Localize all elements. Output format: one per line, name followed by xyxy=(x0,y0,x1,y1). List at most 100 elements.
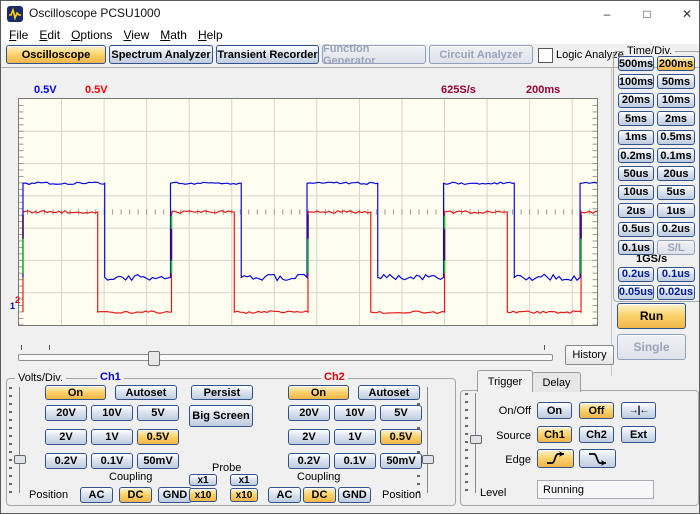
ch2-coupling-ac[interactable]: AC xyxy=(268,487,301,503)
timediv-1gs-0-2us[interactable]: 0.2us xyxy=(618,267,654,282)
ch2-volts-0-2v[interactable]: 0.2V xyxy=(288,453,330,469)
timediv-1us[interactable]: 1us xyxy=(657,203,695,218)
single-button[interactable]: Single xyxy=(617,334,686,360)
tab-delay[interactable]: Delay xyxy=(532,372,581,392)
timediv-50us[interactable]: 50us xyxy=(618,166,654,181)
timediv-0-2ms[interactable]: 0.2ms xyxy=(618,148,654,163)
menu-file[interactable]: File xyxy=(9,28,28,42)
ch1-volts-0-1v[interactable]: 0.1V xyxy=(91,453,133,469)
logic-analyzer-checkbox[interactable] xyxy=(538,48,553,63)
ch2-autoset-button[interactable]: Autoset xyxy=(358,385,420,400)
tab-trigger[interactable]: Trigger xyxy=(477,370,533,392)
ch2-volts-10v[interactable]: 10V xyxy=(334,405,376,421)
ch2-volts-5v[interactable]: 5V xyxy=(380,405,422,421)
timediv-50ms[interactable]: 50ms xyxy=(657,74,695,89)
trigger-source-ch2[interactable]: Ch2 xyxy=(579,426,614,443)
ch1-position-thumb[interactable] xyxy=(14,455,26,464)
ch1-ground-marker[interactable]: 1 xyxy=(10,301,15,311)
persist-button[interactable]: Persist xyxy=(191,385,253,400)
ch1-coupling-dc[interactable]: DC xyxy=(119,487,152,503)
ch2-volts-20v[interactable]: 20V xyxy=(288,405,330,421)
timediv-2ms[interactable]: 2ms xyxy=(657,111,695,126)
ch1-volts-2v[interactable]: 2V xyxy=(45,429,87,445)
ch2-ground-marker[interactable]: 2 xyxy=(15,295,20,305)
probe-ch1-x10[interactable]: x10 xyxy=(189,488,217,502)
trigger-edge-rising-button[interactable] xyxy=(537,449,574,468)
timediv-100ms[interactable]: 100ms xyxy=(618,74,654,89)
timediv-20ms[interactable]: 20ms xyxy=(618,93,654,108)
timediv-2us[interactable]: 2us xyxy=(618,203,654,218)
tab-circuit-analyzer[interactable]: Circuit Analyzer xyxy=(429,45,533,64)
ch1-volts-5v[interactable]: 5V xyxy=(137,405,179,421)
menu-help[interactable]: Help xyxy=(198,28,223,42)
ch2-coupling-dc[interactable]: DC xyxy=(303,487,336,503)
timediv-5us[interactable]: 5us xyxy=(657,185,695,200)
trigger-onoff-off[interactable]: Off xyxy=(579,402,614,419)
timediv-0-5ms[interactable]: 0.5ms xyxy=(657,130,695,145)
timediv-0-2us[interactable]: 0.2us xyxy=(657,222,695,237)
trigger-source-ext[interactable]: Ext xyxy=(621,426,656,443)
menu-edit[interactable]: Edit xyxy=(39,28,60,42)
tab-function-generator[interactable]: Function Generator xyxy=(322,45,426,64)
timediv-1gs-0-05us[interactable]: 0.05us xyxy=(618,285,654,300)
minimize-button[interactable]: – xyxy=(593,4,621,23)
timediv-500ms[interactable]: 500ms xyxy=(618,56,654,71)
ch1-autoset-button[interactable]: Autoset xyxy=(115,385,177,400)
menu-view[interactable]: View xyxy=(123,28,149,42)
timediv-20us[interactable]: 20us xyxy=(657,166,695,181)
timediv-0-5us[interactable]: 0.5us xyxy=(618,222,654,237)
trigger-onoff-on[interactable]: On xyxy=(537,402,572,419)
maximize-button[interactable]: □ xyxy=(633,4,661,23)
trigger-edge-falling-button[interactable] xyxy=(579,449,616,468)
history-button[interactable]: History xyxy=(565,345,614,365)
ch2-volts-2v[interactable]: 2V xyxy=(288,429,330,445)
timediv-10ms[interactable]: 10ms xyxy=(657,93,695,108)
ch1-volts-1v[interactable]: 1V xyxy=(91,429,133,445)
probe-ch1-x1[interactable]: x1 xyxy=(189,474,217,486)
menu-options[interactable]: Options xyxy=(71,28,112,42)
ch1-volts-10v[interactable]: 10V xyxy=(91,405,133,421)
trigger-level-thumb[interactable] xyxy=(470,435,482,444)
ch2-position-thumb[interactable] xyxy=(422,455,434,464)
ch1-volts-0-5v[interactable]: 0.5V xyxy=(137,429,179,445)
ch2-volts-50mv[interactable]: 50mV xyxy=(380,453,422,469)
run-button[interactable]: Run xyxy=(617,303,686,329)
ch1-coupling-ac[interactable]: AC xyxy=(80,487,113,503)
timediv-s-l[interactable]: S/L xyxy=(657,240,695,255)
probe-ch2-x10[interactable]: x10 xyxy=(230,488,258,502)
ch1-position-slider[interactable] xyxy=(9,387,25,493)
timediv-10us[interactable]: 10us xyxy=(618,185,654,200)
timediv-0-1ms[interactable]: 0.1ms xyxy=(657,148,695,163)
timediv-200ms[interactable]: 200ms xyxy=(657,56,695,71)
timediv-1gs-0-1us[interactable]: 0.1us xyxy=(657,267,695,282)
x-position-slider-thumb[interactable] xyxy=(148,351,160,366)
big-screen-button[interactable]: Big Screen xyxy=(189,405,253,427)
menu-math[interactable]: Math xyxy=(160,28,187,42)
probe-ch2-x1[interactable]: x1 xyxy=(230,474,258,486)
ch1-volts-50mv[interactable]: 50mV xyxy=(137,453,179,469)
x-position-track-left[interactable] xyxy=(18,354,150,361)
x-position-track-right[interactable] xyxy=(159,354,553,361)
tab-spectrum-analyzer[interactable]: Spectrum Analyzer xyxy=(109,45,213,64)
xslider-right-tick xyxy=(544,345,545,350)
ch2-on-button[interactable]: On xyxy=(288,385,349,400)
timediv-1ms[interactable]: 1ms xyxy=(618,130,654,145)
timediv-1gs-0-02us[interactable]: 0.02us xyxy=(657,285,695,300)
trigger-level-slider[interactable] xyxy=(465,393,481,493)
close-button[interactable]: ✕ xyxy=(673,4,700,23)
ch1-volts-20v[interactable]: 20V xyxy=(45,405,87,421)
ch1-volts-0-2v[interactable]: 0.2V xyxy=(45,453,87,469)
ch2-coupling-gnd[interactable]: GND xyxy=(338,487,371,503)
trigger-source-ch1[interactable]: Ch1 xyxy=(537,426,572,443)
tab-transient-recorder[interactable]: Transient Recorder xyxy=(216,45,319,64)
trigger-center-marker-button[interactable]: →|← xyxy=(621,402,656,419)
timediv-0-1us[interactable]: 0.1us xyxy=(618,240,654,255)
ch2-volts-0-5v[interactable]: 0.5V xyxy=(380,429,422,445)
ch2-volts-1v[interactable]: 1V xyxy=(334,429,376,445)
trigger-status-field[interactable]: Running xyxy=(537,480,654,499)
ch1-coupling-gnd[interactable]: GND xyxy=(158,487,192,503)
tab-oscilloscope[interactable]: Oscilloscope xyxy=(6,45,106,64)
ch1-on-button[interactable]: On xyxy=(45,385,106,400)
timediv-5ms[interactable]: 5ms xyxy=(618,111,654,126)
ch2-volts-0-1v[interactable]: 0.1V xyxy=(334,453,376,469)
